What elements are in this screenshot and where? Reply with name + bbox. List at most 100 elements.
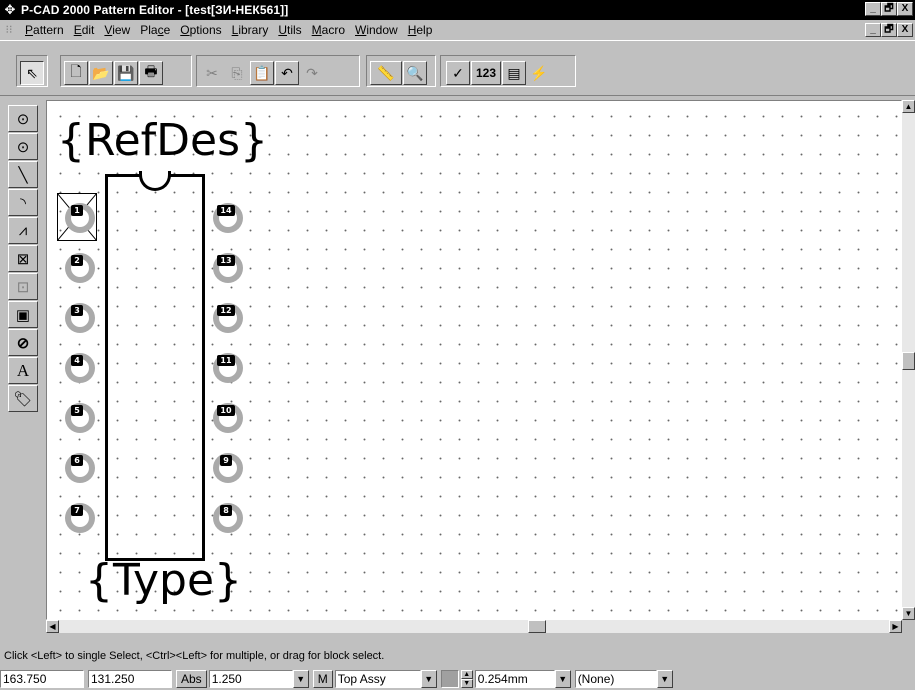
layer-select[interactable]: Top Assy	[334, 669, 421, 688]
place-attribute-icon: 🏷	[13, 390, 33, 408]
restore-button[interactable]: 🗗	[881, 2, 897, 16]
scissors-icon: ✂	[206, 64, 218, 81]
layer-color-swatch[interactable]	[440, 669, 459, 688]
place-arc-button[interactable]: ◝	[8, 189, 38, 216]
placement-toolbar: ⊙ ⊙ ╲ ◝ ⩘ ⊠ ⊡ ▣ ⊘ A 🏷	[4, 105, 42, 413]
place-pad-icon: ⊙	[16, 110, 30, 128]
menu-macro[interactable]: Macro	[307, 21, 350, 39]
pin-number: 4	[71, 355, 83, 366]
place-point-icon: ⊠	[16, 250, 30, 268]
horizontal-scroll-thumb[interactable]	[528, 620, 546, 633]
place-polygon-button[interactable]: ⩘	[8, 217, 38, 244]
pin-number: 14	[217, 205, 235, 216]
pin-number: 6	[71, 455, 83, 466]
scroll-down-button[interactable]: ▼	[902, 607, 915, 620]
renumber-button[interactable]: 123	[471, 61, 501, 85]
menu-edit[interactable]: Edit	[69, 21, 100, 39]
scroll-right-button[interactable]: ▶	[889, 620, 902, 633]
arrow-cursor-icon: ⇖	[26, 64, 38, 81]
menu-utils[interactable]: Utils	[273, 21, 306, 39]
doc-restore-button[interactable]: 🗗	[881, 23, 897, 37]
lightning-button[interactable]: ⚡	[527, 61, 551, 85]
line-width-spinner[interactable]: ▲ ▼	[460, 669, 473, 688]
measure-button[interactable]: 📏	[370, 61, 402, 85]
vertical-scrollbar[interactable]: ▲ ▼	[902, 100, 915, 620]
grid-dropdown-arrow[interactable]: ▼	[292, 669, 309, 688]
keepout-button[interactable]: ⊘	[8, 329, 38, 356]
menu-help[interactable]: Help	[403, 21, 438, 39]
menu-place[interactable]: Place	[135, 21, 175, 39]
undo-button[interactable]: ↶	[275, 61, 299, 85]
paste-button[interactable]: 📋	[250, 61, 274, 85]
refdes-attribute[interactable]: {RefDes}	[57, 115, 268, 167]
pin-number: 3	[71, 305, 83, 316]
new-file-icon: 🗋	[70, 63, 82, 79]
title-bar: ✥ P-CAD 2000 Pattern Editor - [test[ЗИ-Н…	[0, 0, 915, 20]
place-polygon-icon: ⩘	[18, 222, 28, 239]
style-select[interactable]: (None)	[574, 669, 657, 688]
doc-close-button[interactable]: X	[897, 23, 913, 37]
menu-options[interactable]: Options	[175, 21, 226, 39]
copy-icon: ⎘	[231, 64, 243, 81]
validate-button[interactable]: ✓	[446, 61, 470, 85]
toolbar: ⇖ 🗋 📂 💾 🖶 ✂ ⎘ 📋 ↶ ↷ 📏 🔍 ✓ 123 ▤ ⚡	[0, 40, 915, 96]
printer-icon: 🖶	[144, 63, 158, 79]
place-via-button[interactable]: ⊙	[8, 133, 38, 160]
print-button[interactable]: 🖶	[139, 61, 163, 85]
pin-number: 9	[220, 455, 232, 466]
place-text-button[interactable]: A	[8, 357, 38, 384]
place-attribute-button[interactable]: 🏷	[8, 385, 38, 412]
place-cutout-button[interactable]: ▣	[8, 301, 38, 328]
design-canvas[interactable]: {RefDes} 1 2 3 4 5 6 7 14 13 12 11 10 9 …	[46, 100, 902, 620]
new-button[interactable]: 🗋	[64, 61, 88, 85]
keepout-icon: ⊘	[16, 334, 30, 352]
open-button[interactable]: 📂	[89, 61, 113, 85]
pin-number: 1	[71, 205, 83, 216]
vertical-scroll-thumb[interactable]	[902, 352, 915, 370]
style-dropdown-arrow[interactable]: ▼	[656, 669, 673, 688]
component-outline[interactable]	[105, 174, 205, 561]
menu-pattern[interactable]: Pattern	[20, 21, 69, 39]
minimize-button[interactable]: _	[865, 2, 881, 16]
type-attribute[interactable]: {Type}	[85, 555, 242, 607]
floppy-disk-icon: 💾	[117, 64, 135, 81]
zoom-button[interactable]: 🔍	[403, 61, 427, 85]
pattern-wizard-button[interactable]: ▤	[502, 61, 526, 85]
select-tool-button[interactable]: ⇖	[20, 61, 44, 85]
menu-view[interactable]: View	[99, 21, 135, 39]
abs-toggle-button[interactable]: Abs	[176, 669, 207, 688]
place-copper-pour-icon: ⊡	[16, 278, 30, 296]
horizontal-scrollbar[interactable]: ◀ ▶	[46, 620, 902, 633]
copy-button[interactable]: ⎘	[225, 61, 249, 85]
place-point-button[interactable]: ⊠	[8, 245, 38, 272]
ruler-icon: 📏	[377, 64, 395, 81]
menu-bar: ⁝⁝ Pattern Edit View Place Options Libra…	[0, 20, 915, 40]
document-icon[interactable]: ⁝⁝	[2, 23, 16, 37]
mirror-toggle-button[interactable]: M	[312, 669, 333, 688]
menu-window[interactable]: Window	[350, 21, 403, 39]
y-coordinate-field[interactable]: 131.250	[88, 669, 172, 688]
x-coordinate-field[interactable]: 163.750	[0, 669, 84, 688]
menu-library[interactable]: Library	[227, 21, 274, 39]
line-width-dropdown-arrow[interactable]: ▼	[554, 669, 571, 688]
layer-dropdown-arrow[interactable]: ▼	[420, 669, 437, 688]
place-arc-icon: ◝	[20, 194, 26, 212]
pin-number: 5	[71, 405, 83, 416]
app-icon: ✥	[4, 2, 16, 17]
paste-icon: 📋	[253, 64, 271, 81]
doc-minimize-button[interactable]: _	[865, 23, 881, 37]
place-line-icon: ╲	[18, 166, 28, 184]
redo-button[interactable]: ↷	[300, 61, 324, 85]
place-cutout-icon: ▣	[15, 306, 31, 324]
pattern-wizard-icon: ▤	[507, 64, 521, 81]
place-copper-pour-button[interactable]: ⊡	[8, 273, 38, 300]
close-button[interactable]: X	[897, 2, 913, 16]
save-button[interactable]: 💾	[114, 61, 138, 85]
cut-button[interactable]: ✂	[200, 61, 224, 85]
line-width-select[interactable]: 0.254mm	[474, 669, 555, 688]
grid-select[interactable]: 1.250	[208, 669, 293, 688]
scroll-up-button[interactable]: ▲	[902, 100, 915, 113]
place-pad-button[interactable]: ⊙	[8, 105, 38, 132]
scroll-left-button[interactable]: ◀	[46, 620, 59, 633]
place-line-button[interactable]: ╲	[8, 161, 38, 188]
